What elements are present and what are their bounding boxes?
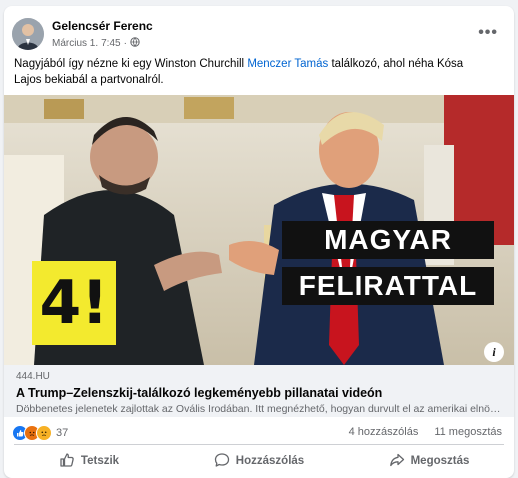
post-card: Gelencsér Ferenc Március 1. 7:45 · ••• N… [4, 6, 514, 478]
share-icon [389, 452, 405, 471]
link-title[interactable]: A Trump–Zelenszkij-találkozó legkeményeb… [16, 386, 382, 400]
sad-icon [36, 425, 52, 441]
post-date[interactable]: Március 1. [52, 38, 98, 49]
mention-link[interactable]: Menczer Tamás [247, 58, 328, 70]
post-text-before: Nagyjából így nézne ki egy Winston Churc… [14, 58, 248, 70]
comment-label: Hozzászólás [235, 455, 305, 467]
comment-share-counts: 4 hozzászólás 11 megosztás [349, 426, 502, 438]
link-domain: 444.HU [16, 371, 50, 382]
reactions-summary[interactable]: 37 [12, 425, 68, 441]
info-icon[interactable]: i [484, 342, 504, 362]
comment-button[interactable]: Hozzászólás [174, 446, 344, 476]
more-horizontal-icon[interactable]: ••• [478, 24, 498, 42]
share-label: Megosztás [410, 455, 470, 467]
post-text: Nagyjából így nézne ki egy Winston Churc… [14, 56, 484, 88]
engagement-stats: 37 4 hozzászólás 11 megosztás [4, 418, 514, 444]
action-bar: Tetszik Hozzászólás Megosztás [4, 446, 514, 476]
444-logo: 4! [32, 261, 116, 345]
link-description: Döbbenetes jelenetek zajlottak az Ovális… [16, 403, 502, 415]
post-time[interactable]: 7:45 [101, 38, 120, 49]
overlay-line2: FELIRATTAL [282, 267, 494, 305]
divider [14, 444, 504, 445]
meta-separator: · [123, 38, 127, 49]
post-header: Gelencsér Ferenc Március 1. 7:45 · ••• [12, 16, 506, 56]
overlay-line1: MAGYAR [282, 221, 494, 259]
link-preview[interactable]: 444.HU A Trump–Zelenszkij-találkozó legk… [4, 365, 514, 417]
comments-count[interactable]: 4 hozzászólás [349, 426, 419, 438]
author-name[interactable]: Gelencsér Ferenc [52, 19, 153, 33]
shares-count[interactable]: 11 megosztás [434, 426, 502, 438]
share-button[interactable]: Megosztás [344, 446, 514, 476]
post-image[interactable]: MAGYAR FELIRATTAL 4! i [4, 95, 514, 365]
post-meta: Március 1. 7:45 · [52, 37, 140, 50]
like-button[interactable]: Tetszik [4, 446, 174, 476]
thumbs-up-icon [59, 452, 75, 471]
like-label: Tetszik [80, 455, 120, 467]
comment-icon [214, 452, 230, 471]
reactions-count: 37 [56, 427, 69, 439]
author-avatar[interactable] [12, 18, 44, 50]
globe-icon [130, 37, 140, 50]
